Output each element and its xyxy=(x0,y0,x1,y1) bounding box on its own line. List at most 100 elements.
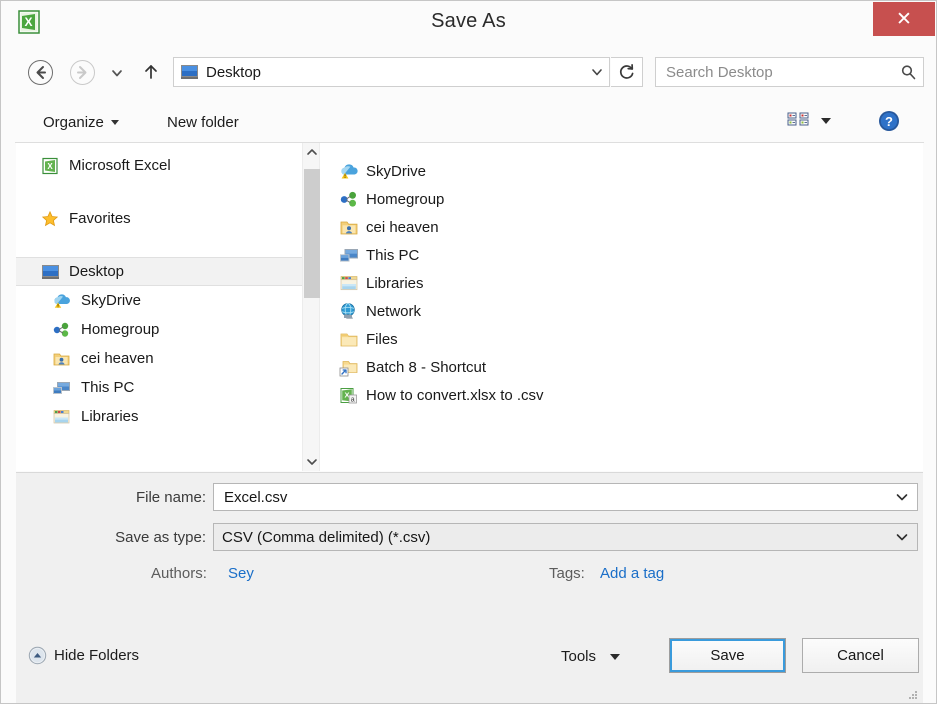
this-pc-icon xyxy=(338,245,360,265)
sidebar-item-skydrive[interactable]: SkyDrive xyxy=(16,286,302,315)
file-name-input[interactable] xyxy=(222,487,887,507)
sidebar-item-this-pc[interactable]: This PC xyxy=(16,373,302,402)
scrollbar-thumb[interactable] xyxy=(304,169,320,298)
chevron-down-icon[interactable] xyxy=(585,58,609,86)
excel-file-icon: X a xyxy=(338,385,360,405)
organize-button[interactable]: Organize xyxy=(39,110,123,135)
sidebar-item-favorites[interactable]: Favorites xyxy=(16,204,302,233)
close-button[interactable]: ✕ xyxy=(873,2,935,36)
file-name: SkyDrive xyxy=(366,162,427,180)
navigation-pane-scrollbar[interactable] xyxy=(302,143,320,471)
chevron-down-icon[interactable] xyxy=(303,453,321,471)
sidebar-item-desktop[interactable]: Desktop xyxy=(16,257,302,286)
sidebar-item-libraries[interactable]: Libraries xyxy=(16,402,302,431)
cancel-button[interactable]: Cancel xyxy=(802,638,919,673)
sidebar-item-label: SkyDrive xyxy=(81,292,142,309)
sidebar-item-label: cei heaven xyxy=(81,350,154,367)
sidebar-item-label: Homegroup xyxy=(81,321,160,338)
file-name: Homegroup xyxy=(366,190,445,208)
desktop-icon xyxy=(180,64,199,80)
organize-label: Organize xyxy=(43,114,104,131)
file-name: Libraries xyxy=(366,274,424,292)
dialog-title: Save As xyxy=(431,10,506,32)
user-folder-icon xyxy=(338,217,360,237)
homegroup-icon xyxy=(338,189,360,209)
file-name-field[interactable] xyxy=(213,483,918,511)
collapse-up-icon xyxy=(28,646,47,665)
sidebar-item-label: Microsoft Excel xyxy=(69,157,171,174)
list-item[interactable]: cei heaven xyxy=(338,213,923,241)
address-input[interactable]: Desktop xyxy=(173,57,610,87)
tags-label: Tags: xyxy=(549,565,585,582)
search-icon[interactable] xyxy=(893,58,923,86)
save-button[interactable]: Save xyxy=(669,638,786,673)
title-bar: X Save As ✕ xyxy=(1,1,936,45)
browser-panes: X Microsoft Excel Favorites Desktop SkyD… xyxy=(16,143,923,471)
back-button[interactable] xyxy=(28,60,53,85)
svg-text:X: X xyxy=(47,162,53,171)
libraries-icon xyxy=(52,408,72,426)
this-pc-icon xyxy=(52,379,72,397)
excel-icon: X xyxy=(40,157,60,175)
desktop-icon xyxy=(40,263,60,281)
forward-button[interactable] xyxy=(70,60,95,85)
new-folder-label: New folder xyxy=(167,114,239,131)
chevron-up-icon[interactable] xyxy=(303,143,321,161)
hide-folders-label: Hide Folders xyxy=(54,647,140,664)
star-icon xyxy=(40,210,60,228)
svg-text:a: a xyxy=(350,396,354,403)
skydrive-icon xyxy=(338,161,360,181)
resize-grip[interactable] xyxy=(907,688,919,700)
list-item[interactable]: Homegroup xyxy=(338,185,923,213)
save-form: File name: Save as type: CSV (Comma deli… xyxy=(16,472,923,604)
list-item[interactable]: SkyDrive xyxy=(338,157,923,185)
list-item[interactable]: Batch 8 - Shortcut xyxy=(338,353,923,381)
list-item[interactable]: Libraries xyxy=(338,269,923,297)
sidebar-item-cei-heaven[interactable]: cei heaven xyxy=(16,344,302,373)
chevron-down-icon[interactable] xyxy=(887,524,917,550)
save-as-type-select[interactable]: CSV (Comma delimited) (*.csv) xyxy=(213,523,918,551)
homegroup-icon xyxy=(52,321,72,339)
chevron-down-icon xyxy=(110,120,119,125)
chevron-down-icon[interactable] xyxy=(887,484,917,510)
address-text: Desktop xyxy=(206,63,262,81)
hide-folders-button[interactable]: Hide Folders xyxy=(28,646,139,665)
view-layout-icon[interactable] xyxy=(786,109,812,133)
list-item[interactable]: This PC xyxy=(338,241,923,269)
add-a-tag-link[interactable]: Add a tag xyxy=(600,565,664,582)
network-icon xyxy=(338,301,360,321)
sidebar-item-label: This PC xyxy=(81,379,135,396)
save-as-type-label: Save as type: xyxy=(115,529,206,546)
up-one-level-button[interactable] xyxy=(141,62,161,82)
list-item[interactable]: X a How to convert.xlsx to .csv xyxy=(338,381,923,409)
new-folder-button[interactable]: New folder xyxy=(163,110,243,135)
sidebar-item-homegroup[interactable]: Homegroup xyxy=(16,315,302,344)
file-name: Files xyxy=(366,330,398,348)
dialog-footer: Hide Folders Tools Save Cancel xyxy=(16,604,923,703)
list-item[interactable]: Network xyxy=(338,297,923,325)
search-input[interactable] xyxy=(664,62,893,82)
help-icon[interactable]: ? xyxy=(877,109,901,133)
list-item[interactable]: Files xyxy=(338,325,923,353)
sidebar-item-microsoft-excel[interactable]: X Microsoft Excel xyxy=(16,151,302,180)
authors-value[interactable]: Sey xyxy=(228,565,254,582)
file-name-label: File name: xyxy=(135,489,206,506)
skydrive-icon xyxy=(52,292,72,310)
user-folder-icon xyxy=(52,350,72,368)
tools-button[interactable]: Tools xyxy=(555,644,626,669)
view-options-chevron-down-icon[interactable] xyxy=(821,118,831,124)
recent-locations-button[interactable] xyxy=(110,66,124,78)
chevron-down-icon xyxy=(610,653,621,660)
search-box[interactable] xyxy=(655,57,924,87)
file-name: This PC xyxy=(366,246,420,264)
command-toolbar: Organize New folder ? xyxy=(15,101,924,143)
refresh-icon[interactable] xyxy=(611,57,643,87)
metadata-row: Authors: Sey Tags: Add a tag xyxy=(16,565,923,593)
sidebar-item-label: Favorites xyxy=(69,210,131,227)
file-name: cei heaven xyxy=(366,218,439,236)
save-as-dialog: X Save As ✕ Desktop Search Desktop Organ… xyxy=(0,0,937,704)
libraries-icon xyxy=(338,273,360,293)
tools-label: Tools xyxy=(561,648,597,665)
